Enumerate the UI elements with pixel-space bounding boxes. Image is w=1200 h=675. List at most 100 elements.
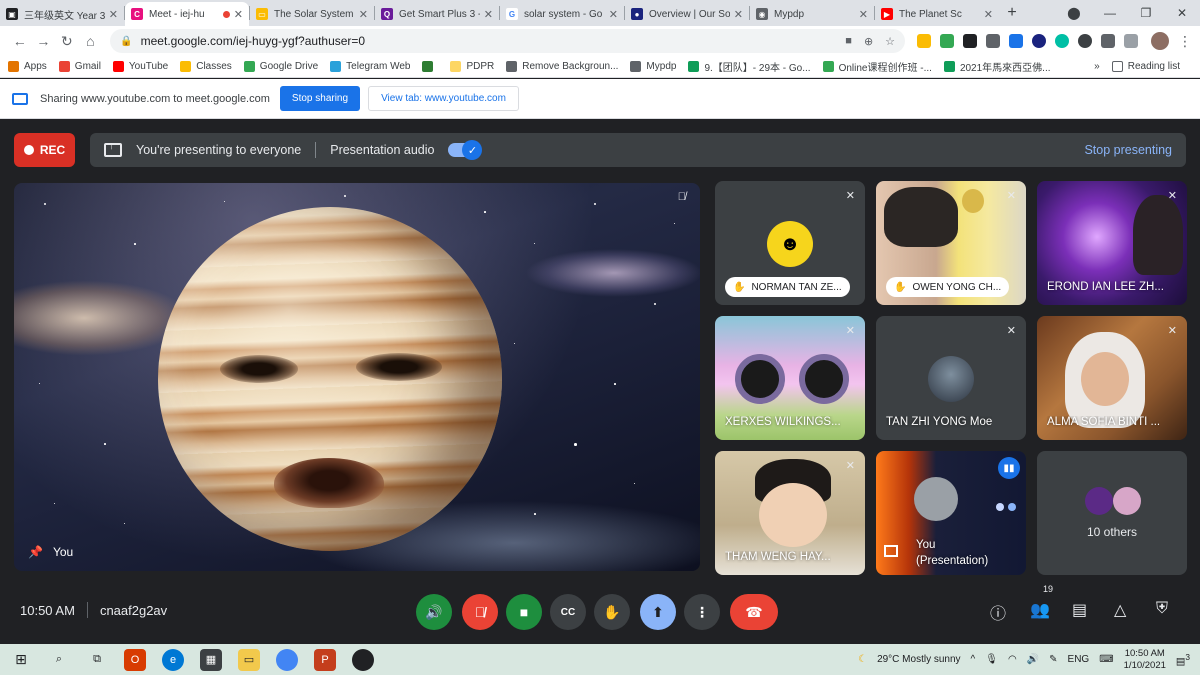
app-icon[interactable]	[352, 648, 374, 671]
host-controls-icon[interactable]: ⛨	[1156, 600, 1168, 618]
bookmark-item[interactable]: Classes	[180, 61, 232, 72]
close-tab-icon[interactable]: ✕	[234, 8, 243, 21]
edge-icon[interactable]: e	[162, 648, 184, 671]
lock-icon[interactable]: 🔒	[120, 36, 132, 47]
browser-tab[interactable]: ▣ 三年级英文 Year 3 ✕	[0, 2, 124, 26]
media-icon[interactable]	[1124, 34, 1139, 48]
leave-call-button[interactable]: ☎	[730, 594, 778, 630]
browser-tab[interactable]: ◉ Mypdp ✕	[750, 2, 874, 26]
stop-presenting-button[interactable]: Stop presenting	[1084, 143, 1172, 157]
close-tab-icon[interactable]: ✕	[609, 8, 618, 21]
bookmark-item[interactable]: Gmail	[58, 61, 101, 72]
windows-start-icon[interactable]: ⊞	[10, 649, 32, 671]
stop-sharing-button[interactable]: Stop sharing	[279, 86, 361, 111]
recording-button[interactable]: REC	[14, 133, 75, 167]
file-explorer-icon[interactable]: ▭	[238, 648, 260, 671]
notifications-icon[interactable]: ▤3	[1176, 652, 1190, 667]
volume-tray-icon[interactable]: 🔊	[1027, 654, 1039, 665]
captions-button[interactable]: CC	[550, 594, 586, 630]
bookmark-item[interactable]: 9.【团队】- 29本 - Go...	[688, 59, 811, 74]
back-icon[interactable]: ←	[8, 33, 32, 49]
tray-overflow-icon[interactable]: ^	[971, 654, 976, 665]
close-window-icon[interactable]: ✕	[1164, 6, 1200, 20]
browser-tab[interactable]: ▭ The Solar System ✕	[250, 2, 374, 26]
participant-tile[interactable]: ✕ ALMA SOFIA BINTI ...	[1037, 316, 1187, 440]
browser-tab[interactable]: ● Overview | Our So ✕	[625, 2, 749, 26]
bookmark-item[interactable]: Remove Backgroun...	[506, 61, 618, 72]
browser-tab[interactable]: Q Get Smart Plus 3 - ✕	[375, 2, 499, 26]
bookmark-item[interactable]: 2021年馬來西亞佛...	[943, 59, 1051, 74]
powerpoint-icon[interactable]: P	[314, 648, 336, 671]
minimize-icon[interactable]: —	[1092, 6, 1128, 20]
close-tab-icon[interactable]: ✕	[484, 8, 493, 21]
pin-icon[interactable]: 📌	[28, 545, 43, 559]
bookmark-item[interactable]: Online课程创作班 -...	[822, 59, 932, 74]
bookmark-item[interactable]: Apps	[8, 61, 47, 72]
bookmark-item[interactable]: Google Drive	[243, 61, 318, 72]
forward-icon[interactable]: →	[32, 33, 56, 49]
browser-tab[interactable]: C Meet - iej-hu ✕	[125, 2, 249, 26]
reload-icon[interactable]: ↻	[55, 33, 79, 50]
bookmark-item[interactable]	[422, 61, 438, 72]
close-tab-icon[interactable]: ✕	[984, 8, 993, 21]
browser-tab[interactable]: ▶ The Planet Sc ✕	[875, 2, 999, 26]
people-icon[interactable]: 👥	[1030, 600, 1050, 620]
chat-icon[interactable]: ▤	[1072, 600, 1087, 620]
close-tab-icon[interactable]: ✕	[734, 8, 743, 21]
extension-icon[interactable]	[940, 34, 955, 48]
new-tab-icon[interactable]: +	[999, 4, 1025, 22]
mic-tray-icon[interactable]: 🎙	[985, 654, 998, 665]
mic-off-button[interactable]: 🎙̸	[462, 594, 498, 630]
pen-icon[interactable]: ✎	[1049, 654, 1057, 665]
extension-icon[interactable]	[1055, 34, 1070, 48]
ime-icon[interactable]: ⌨	[1099, 654, 1113, 665]
others-tile[interactable]: 10 others	[1037, 451, 1187, 575]
search-icon[interactable]: ⌕	[48, 649, 70, 671]
presentation-tile[interactable]: 🎙̸ 📌 You	[14, 183, 700, 571]
bookmark-star-icon[interactable]: ☆	[885, 35, 895, 48]
activities-icon[interactable]: △	[1114, 600, 1126, 620]
more-options-button[interactable]: ⋮	[684, 594, 720, 630]
profile-avatar[interactable]	[1151, 32, 1170, 50]
weather-text[interactable]: 29°C Mostly sunny	[877, 654, 960, 665]
close-tab-icon[interactable]: ✕	[859, 8, 868, 21]
tab-search-icon[interactable]: ⬤	[1056, 6, 1092, 20]
participant-tile[interactable]: ✕ EROND IAN LEE ZH...	[1037, 181, 1187, 305]
present-now-button[interactable]: ⬆	[640, 594, 676, 630]
menu-dots-icon[interactable]: ⋮	[1178, 33, 1192, 50]
volume-icon[interactable]: 🔊	[416, 594, 452, 630]
zoom-icon[interactable]: ⊕	[864, 35, 873, 48]
extension-icon[interactable]	[1078, 34, 1093, 48]
extension-icon[interactable]	[986, 34, 1001, 48]
participant-tile[interactable]: ☻ ✕ ✋ NORMAN TAN ZE...	[715, 181, 865, 305]
extension-icon[interactable]	[1009, 34, 1024, 48]
bookmark-item[interactable]: Mypdp	[630, 61, 676, 72]
extension-icon[interactable]	[1032, 34, 1047, 48]
meeting-details-icon[interactable]: ⓘ	[990, 600, 1006, 624]
view-tab-button[interactable]: View tab: www.youtube.com	[368, 86, 519, 111]
store-icon[interactable]: ▦	[200, 648, 222, 671]
browser-tab[interactable]: Gsolar system - Go ✕	[500, 2, 624, 26]
extension-icon[interactable]	[917, 34, 932, 48]
participant-tile[interactable]: ✕ ✋ OWEN YONG CH...	[876, 181, 1026, 305]
restore-icon[interactable]: ❐	[1128, 6, 1164, 20]
office-icon[interactable]: O	[124, 648, 146, 671]
puzzle-icon[interactable]	[1101, 34, 1116, 48]
camera-in-use-icon[interactable]: ■	[845, 35, 852, 48]
taskbar-clock[interactable]: 10:50 AM 1/10/2021	[1124, 648, 1166, 672]
reading-list[interactable]: Reading list	[1111, 61, 1180, 72]
language-indicator[interactable]: ENG	[1068, 654, 1090, 665]
participant-tile[interactable]: ✕ TAN ZHI YONG Moe	[876, 316, 1026, 440]
raise-hand-button[interactable]: ✋	[594, 594, 630, 630]
bookmark-item[interactable]: Telegram Web	[330, 61, 410, 72]
participant-tile[interactable]: ✕ THAM WENG HAY...	[715, 451, 865, 575]
task-view-icon[interactable]: ⧉	[86, 649, 108, 671]
extension-icon[interactable]	[963, 34, 978, 48]
more-bookmarks-icon[interactable]: »	[1094, 61, 1100, 72]
close-tab-icon[interactable]: ✕	[109, 8, 118, 21]
presentation-audio-toggle[interactable]: ✓	[448, 140, 483, 160]
chrome-icon[interactable]	[276, 648, 298, 671]
participant-tile[interactable]: ✕ XERXES WILKINGS...	[715, 316, 865, 440]
home-icon[interactable]: ⌂	[79, 33, 103, 49]
participant-tile[interactable]: ▮▮ You (Presentation)	[876, 451, 1026, 575]
